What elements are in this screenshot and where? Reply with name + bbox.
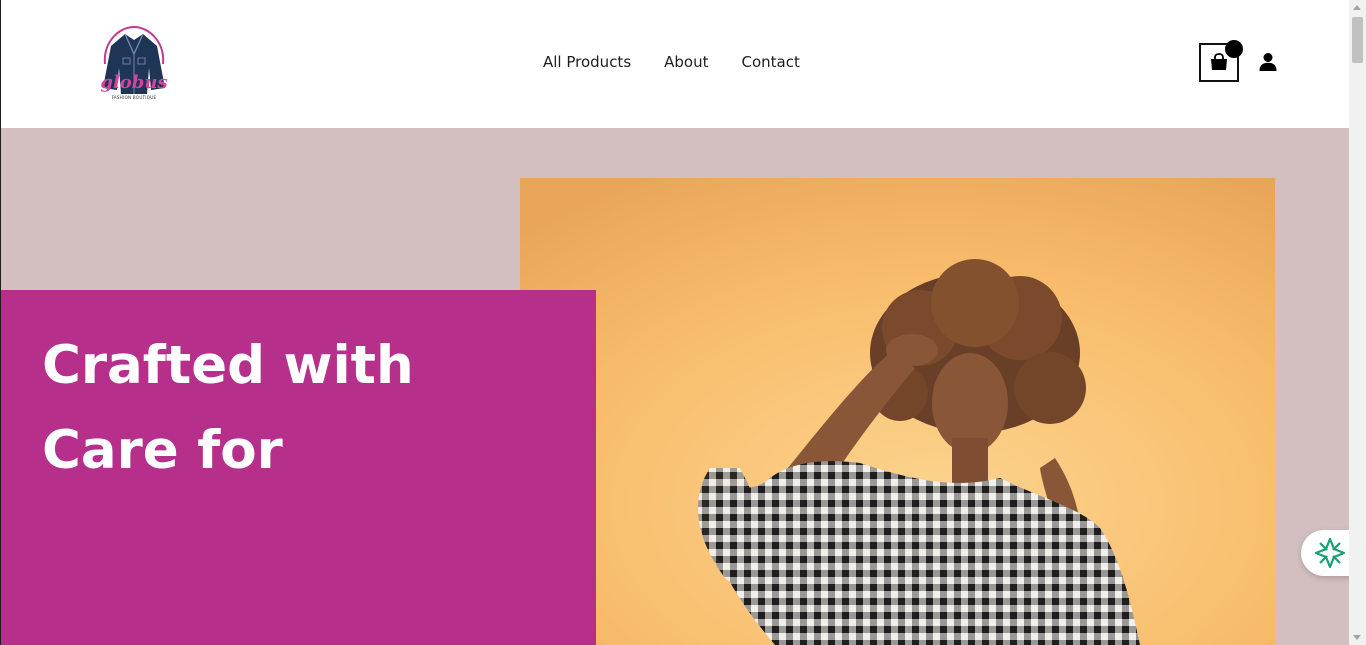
scrollbar-thumb[interactable] — [1352, 17, 1363, 63]
denim-jacket-logo-icon: globus — [100, 25, 168, 94]
assistant-widget-button[interactable] — [1301, 530, 1349, 576]
assistant-sparkle-icon — [1314, 537, 1346, 569]
user-icon — [1259, 53, 1277, 71]
site-header: globus FASHION BOUTIQUE All Products Abo… — [1, 0, 1349, 128]
nav-about[interactable]: About — [664, 52, 708, 72]
nav-contact[interactable]: Contact — [742, 52, 800, 72]
hero-model-photo — [520, 178, 1275, 645]
shopping-bag-icon — [1211, 53, 1227, 70]
main-nav: All Products About Contact — [543, 52, 800, 72]
logo-tagline: FASHION BOUTIQUE — [111, 95, 157, 100]
hero-section: Crafted with Care for — [1, 128, 1349, 645]
logo-wordmark: globus — [100, 72, 167, 93]
vertical-scrollbar[interactable] — [1349, 0, 1366, 645]
account-button[interactable] — [1258, 52, 1278, 76]
cart-count-badge — [1225, 40, 1243, 58]
model-photo-illustration — [520, 178, 1275, 645]
hero-heading: Crafted with Care for — [42, 335, 414, 481]
nav-all-products[interactable]: All Products — [543, 52, 631, 72]
page: globus FASHION BOUTIQUE All Products Abo… — [0, 0, 1349, 645]
scroll-up-arrow-icon[interactable] — [1353, 5, 1361, 10]
brand-logo[interactable]: globus FASHION BOUTIQUE — [99, 24, 169, 102]
scroll-down-arrow-icon[interactable] — [1353, 635, 1361, 640]
